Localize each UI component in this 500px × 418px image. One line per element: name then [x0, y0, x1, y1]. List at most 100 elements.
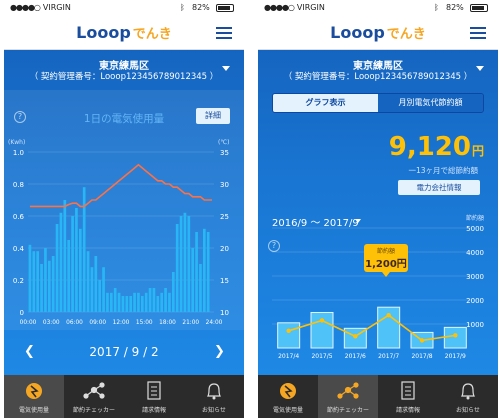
x-tick-label: 09:00: [89, 320, 106, 326]
x-tick-label: 21:00: [182, 320, 199, 326]
usage-bar: [36, 251, 40, 312]
usage-bar: [71, 216, 74, 312]
tab-bar: 電気使用量 節約チェッカー 請求情報 お知らせ: [258, 375, 498, 418]
date-navigator: ❮ 2017 / 9 / 2 ❯: [4, 335, 244, 370]
usage-bar: [63, 200, 67, 312]
savings-point: [453, 333, 458, 338]
detail-button[interactable]: 詳細: [196, 108, 230, 124]
y-axis-label: 節約額: [466, 214, 484, 222]
tab-bar: 電気使用量 節約チェッカー 請求情報 お知らせ: [4, 375, 244, 418]
usage-bar: [109, 292, 113, 312]
highlight-callout: 節約額 1,200円: [364, 244, 408, 277]
usage-bar: [137, 292, 140, 312]
status-bar: ●●●●○ VIRGIN ᛒ 82%: [258, 0, 498, 16]
usage-bar: [133, 292, 136, 312]
y-tick-label: 0.4: [13, 245, 25, 253]
usage-bar: [121, 296, 125, 312]
battery-icon: [470, 4, 488, 12]
x-tick-label: 18:00: [159, 320, 176, 326]
document-icon: [401, 381, 415, 400]
tab-monthly-savings[interactable]: 月別電気代節約額: [378, 94, 483, 112]
battery-icon: [216, 4, 234, 12]
tab-graph-view[interactable]: グラフ表示: [273, 94, 378, 112]
tab-savings-checker[interactable]: 節約チェッカー: [318, 375, 378, 418]
x-tick-label: 2017/4: [278, 353, 299, 360]
next-day-icon[interactable]: ❯: [214, 344, 225, 359]
document-icon: [147, 381, 161, 400]
x-tick-label: 2017/7: [378, 353, 399, 360]
x-tick-label: 00:00: [20, 320, 37, 326]
usage-bar: [175, 224, 179, 312]
battery-percent: 82%: [446, 3, 464, 12]
tab-notices[interactable]: お知らせ: [184, 375, 244, 418]
tab-usage[interactable]: 電気使用量: [258, 375, 318, 418]
usage-bar: [106, 292, 109, 312]
tab-billing[interactable]: 請求情報: [378, 375, 438, 418]
network-icon: [337, 382, 359, 399]
tab-billing[interactable]: 請求情報: [124, 375, 184, 418]
y2-tick-label: 15: [220, 277, 229, 285]
usage-bar: [202, 228, 206, 312]
tab-label: 請求情報: [395, 407, 420, 414]
tab-notices[interactable]: お知らせ: [438, 375, 498, 418]
contract-number: （ 契約管理番号：Looop123456789012345 ）: [283, 72, 473, 82]
bluetooth-icon: ᛒ: [180, 3, 185, 12]
usage-bar: [32, 251, 36, 312]
usage-bar: [113, 288, 117, 312]
tab-usage[interactable]: 電気使用量: [4, 375, 64, 418]
tab-label: お知らせ: [202, 407, 226, 414]
contract-number: （ 契約管理番号：Looop123456789012345 ）: [29, 72, 219, 82]
tab-label: 請求情報: [141, 407, 166, 414]
x-tick-label: 2017/5: [311, 353, 332, 360]
account-dropdown-icon[interactable]: [222, 66, 230, 71]
battery-percent: 82%: [192, 3, 210, 12]
savings-point: [319, 318, 325, 323]
y-tick-label: 1.0: [13, 149, 24, 157]
bell-icon: [461, 383, 475, 400]
status-bar: ●●●●○ VIRGIN ᛒ 82%: [4, 0, 244, 16]
usage-bar: [67, 240, 71, 312]
x-tick-label: 12:00: [113, 320, 130, 326]
network-icon: [83, 382, 105, 399]
current-date: 2017 / 9 / 2: [89, 345, 159, 359]
account-dropdown-icon[interactable]: [476, 66, 484, 71]
usage-bar: [28, 244, 32, 312]
usage-bar: [90, 267, 94, 312]
hamburger-menu-icon[interactable]: [470, 27, 486, 39]
hamburger-menu-icon[interactable]: [216, 27, 232, 39]
savings-point: [386, 313, 391, 318]
y-tick-label: 0.6: [13, 213, 25, 221]
usage-bar: [148, 288, 152, 312]
company-info-button[interactable]: 電力会社情報: [398, 180, 480, 195]
usage-bar: [98, 280, 102, 312]
savings-bar: [277, 322, 301, 349]
usage-bar: [164, 288, 167, 312]
carrier: ●●●●○ VIRGIN: [10, 3, 71, 12]
app-logo: Looop でんき: [76, 23, 172, 42]
x-tick-label: 2017/6: [345, 353, 366, 360]
savings-point: [419, 338, 425, 343]
y2-tick-label: 35: [220, 149, 229, 157]
usage-bar: [179, 216, 183, 312]
usage-bar: [183, 212, 187, 312]
y-tick-label: 1000: [466, 321, 484, 329]
usage-bar: [44, 248, 47, 312]
usage-bar: [40, 264, 43, 312]
usage-bar: [140, 296, 144, 312]
tab-label: お知らせ: [456, 407, 480, 414]
savings-bar: [443, 326, 467, 349]
usage-bar: [195, 232, 198, 312]
signal-icon: ●●●●○: [10, 3, 41, 12]
usage-bar: [75, 208, 78, 312]
carrier: ●●●●○ VIRGIN: [264, 3, 325, 12]
usage-bar: [191, 248, 195, 312]
usage-bar: [187, 216, 191, 312]
usage-bar: [47, 260, 51, 312]
y2-tick-label: 20: [220, 245, 229, 253]
bell-icon: [207, 383, 221, 400]
usage-bar: [125, 296, 129, 312]
usage-bar: [171, 272, 175, 312]
callout-label: 節約額: [376, 248, 395, 255]
tab-savings-checker[interactable]: 節約チェッカー: [64, 375, 124, 418]
usage-bar: [51, 256, 55, 312]
